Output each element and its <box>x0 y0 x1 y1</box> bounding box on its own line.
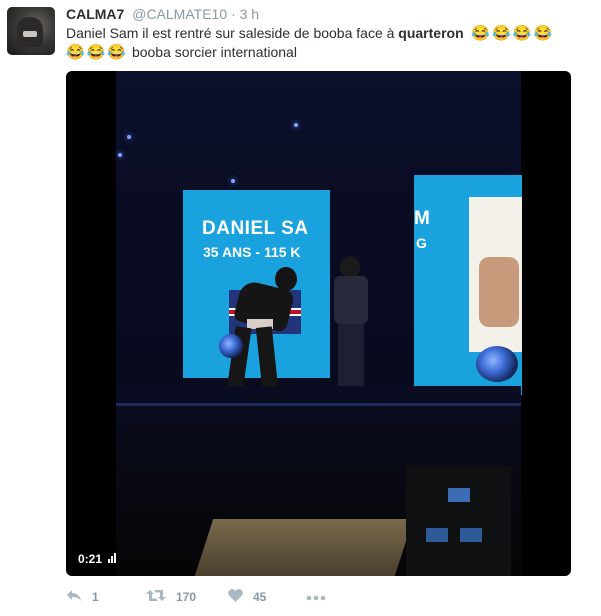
tweet-header: CALMA7 @CALMATE10 · 3 h <box>66 5 259 23</box>
tweet-text-bold: quarteron <box>398 25 464 41</box>
reply-icon <box>66 589 82 605</box>
emoji-laugh-6: 😂 <box>86 44 106 61</box>
video-duration: 0:21 <box>78 552 117 566</box>
tweet-text: Daniel Sam il est rentré sur saleside de… <box>66 24 586 62</box>
tweet-text-part2: booba sorcier international <box>131 44 297 60</box>
foreground-equipment <box>406 466 511 576</box>
more-icon <box>306 590 326 604</box>
opponent-figure <box>330 256 380 396</box>
user-name[interactable]: CALMA7 <box>66 6 124 22</box>
heart-icon <box>228 589 243 605</box>
foreground-plank <box>194 519 414 576</box>
tweet-timestamp[interactable]: 3 h <box>240 6 259 22</box>
screen-subtitle: 35 ANS - 115 K <box>203 244 301 260</box>
stage-edge <box>116 403 521 406</box>
stage-light-dot <box>118 153 122 157</box>
stage-spotlight <box>219 334 243 358</box>
video-player[interactable]: DANIEL SA 35 ANS - 115 K M G 0:21 <box>66 71 571 576</box>
emoji-laugh-7: 😂 <box>107 44 127 61</box>
retweet-icon <box>146 589 166 605</box>
tweet-actions: 1 170 45 <box>66 589 366 605</box>
volume-icon[interactable] <box>108 552 117 566</box>
user-handle[interactable]: @CALMATE10 <box>132 6 227 22</box>
reply-count: 1 <box>92 590 99 604</box>
stage-light-dot <box>127 135 131 139</box>
header-separator: · <box>231 6 236 22</box>
tweet-text-part1: Daniel Sam il est rentré sur saleside de… <box>66 25 399 41</box>
like-count: 45 <box>253 590 267 604</box>
emoji-laugh-5: 😂 <box>66 44 85 61</box>
more-button[interactable] <box>306 589 336 605</box>
emoji-laugh-1: 😂 <box>471 25 491 42</box>
screen-right-panel <box>469 197 522 352</box>
screen-right-title: M <box>414 208 430 229</box>
stage-spotlight <box>476 346 518 382</box>
avatar[interactable] <box>7 7 55 55</box>
video-frame: DANIEL SA 35 ANS - 115 K M G <box>116 71 522 576</box>
reply-button[interactable]: 1 <box>66 589 99 605</box>
screen-title: DANIEL SA <box>202 218 309 239</box>
avatar-detail <box>23 31 37 37</box>
emoji-laugh-3: 😂 <box>512 25 532 42</box>
retweet-count: 170 <box>176 590 197 604</box>
emoji-laugh-2: 😂 <box>492 25 511 42</box>
screen-right-subtitle: G <box>416 235 427 251</box>
stage-light-dot <box>294 123 298 127</box>
tweet: CALMA7 @CALMATE10 · 3 h Daniel Sam il es… <box>0 0 601 616</box>
fighter-figure <box>219 267 305 397</box>
like-button[interactable]: 45 <box>228 589 266 605</box>
retweet-button[interactable]: 170 <box>146 589 196 605</box>
stage-light-dot <box>231 179 235 183</box>
video-time: 0:21 <box>78 552 103 566</box>
emoji-laugh-4: 😂 <box>533 25 553 42</box>
